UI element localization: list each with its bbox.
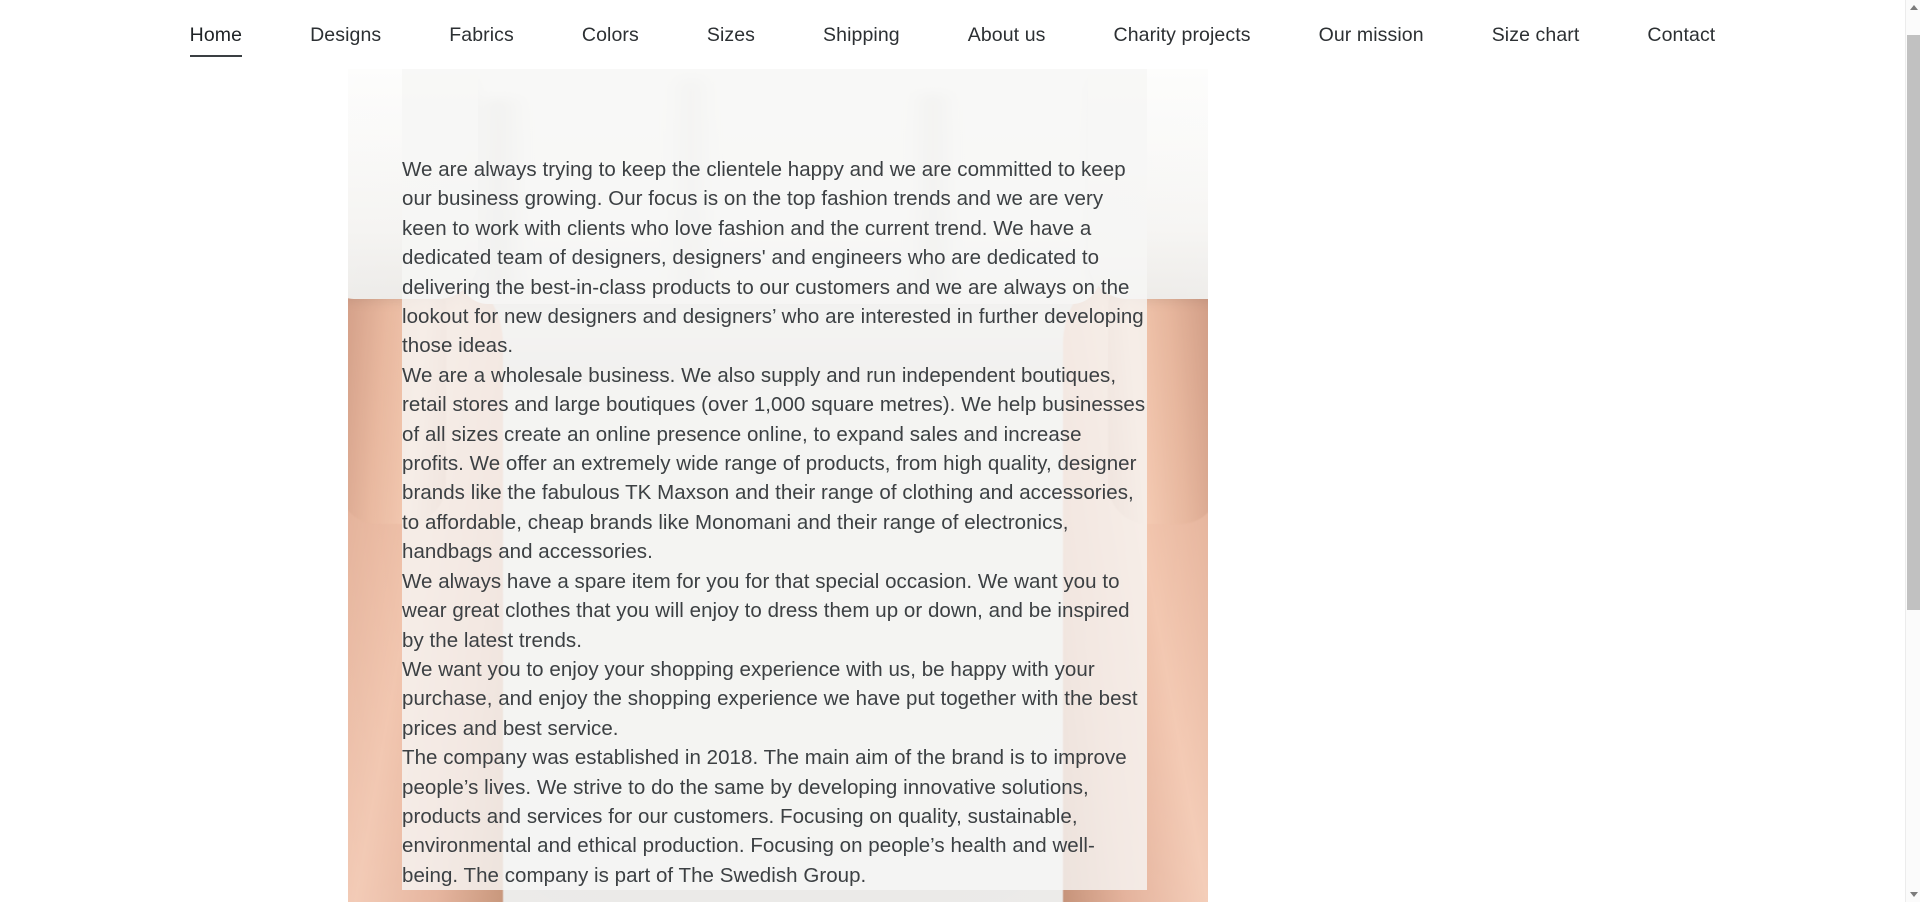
paragraph-5: The company was established in 2018. The… — [402, 743, 1147, 891]
nav-item-about-us[interactable]: About us — [968, 22, 1046, 57]
nav-item-designs[interactable]: Designs — [310, 22, 381, 57]
vertical-scrollbar[interactable] — [1905, 0, 1920, 902]
paragraph-4: We want you to enjoy your shopping exper… — [402, 654, 1147, 744]
paragraph-2: We are a wholesale business. We also sup… — [402, 360, 1147, 567]
nav-item-fabrics[interactable]: Fabrics — [449, 22, 514, 57]
about-text-block: We are always trying to keep the cliente… — [402, 69, 1147, 891]
nav-item-shipping[interactable]: Shipping — [823, 22, 900, 57]
nav-list: Home Designs Fabrics Colors Sizes Shippi… — [156, 22, 1750, 57]
paragraph-1: We are always trying to keep the cliente… — [402, 69, 1147, 361]
scrollbar-thumb[interactable] — [1907, 35, 1920, 610]
nav-item-contact[interactable]: Contact — [1647, 22, 1715, 57]
paragraph-3: We always have a spare item for you for … — [402, 566, 1147, 655]
scroll-up-arrow-icon[interactable] — [1906, 0, 1920, 15]
nav-item-colors[interactable]: Colors — [582, 22, 639, 57]
nav-item-sizes[interactable]: Sizes — [707, 22, 755, 57]
nav-item-charity-projects[interactable]: Charity projects — [1114, 22, 1251, 57]
page-root: We are always trying to keep the cliente… — [0, 0, 1920, 902]
nav-item-size-chart[interactable]: Size chart — [1492, 22, 1580, 57]
nav-item-home[interactable]: Home — [189, 22, 243, 57]
nav-item-our-mission[interactable]: Our mission — [1319, 22, 1424, 57]
main-navigation: Home Designs Fabrics Colors Sizes Shippi… — [0, 0, 1905, 69]
scroll-down-arrow-icon[interactable] — [1906, 887, 1920, 902]
